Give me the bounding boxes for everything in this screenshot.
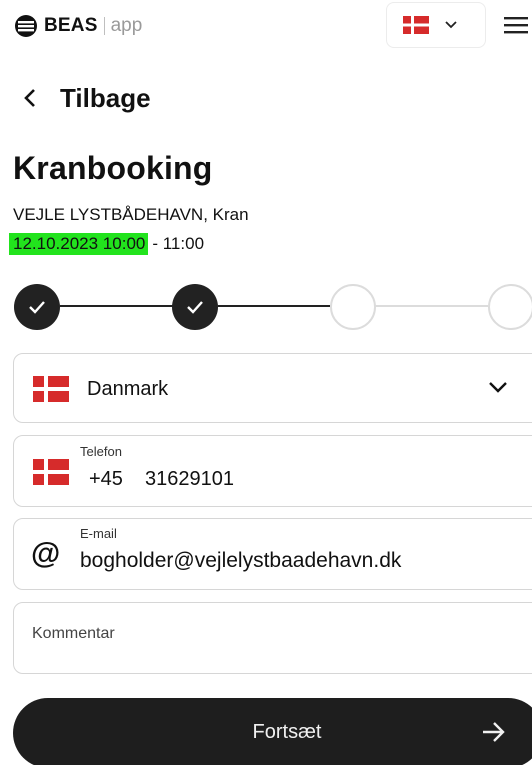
- email-value[interactable]: bogholder@vejlelystbaadehavn.dk: [80, 549, 401, 573]
- phone-field[interactable]: Telefon +45 31629101: [13, 435, 532, 507]
- progress-stepper: [0, 280, 532, 332]
- back-label: Tilbage: [60, 82, 151, 113]
- country-value: Danmark: [87, 378, 169, 400]
- back-link[interactable]: Tilbage: [22, 80, 151, 116]
- booking-time: 12.10.2023 10:00 - 11:00: [9, 232, 204, 256]
- comment-input[interactable]: [32, 625, 492, 643]
- continue-label: Fortsæt: [252, 721, 322, 743]
- stepper-connector: [374, 305, 488, 307]
- phone-label: Telefon: [80, 444, 122, 459]
- chevron-down-icon: [489, 382, 507, 393]
- stepper-connector: [218, 305, 330, 307]
- stepper-connector: [60, 305, 174, 307]
- app-header: BEAS app: [0, 0, 532, 54]
- step-3-pending: [330, 284, 376, 330]
- chevron-down-icon: [445, 21, 457, 29]
- logo-app-text: app: [110, 15, 143, 36]
- phone-number-value[interactable]: 31629101: [145, 468, 234, 491]
- language-selector[interactable]: [386, 2, 486, 48]
- booking-end-time: - 11:00: [152, 234, 205, 253]
- email-field[interactable]: @ E-mail bogholder@vejlelystbaadehavn.dk: [13, 518, 532, 590]
- arrow-right-icon: [483, 722, 505, 742]
- checkmark-icon: [29, 301, 45, 314]
- beas-logo-icon: [15, 15, 37, 37]
- step-4-pending: [488, 284, 532, 330]
- logo-brand-text: BEAS: [44, 15, 98, 36]
- country-select[interactable]: Danmark: [13, 353, 532, 423]
- beas-logo[interactable]: BEAS app: [14, 12, 142, 40]
- chevron-left-icon: [24, 89, 35, 107]
- booking-location: VEJLE LYSTBÅDEHAVN, Kran: [13, 205, 249, 224]
- hamburger-menu-icon[interactable]: [502, 13, 530, 37]
- denmark-flag-icon: [33, 376, 69, 402]
- email-label: E-mail: [80, 526, 117, 541]
- phone-country-code: +45: [89, 468, 123, 490]
- step-2-complete: [172, 284, 218, 330]
- step-1-complete: [14, 284, 60, 330]
- continue-button[interactable]: Fortsæt: [13, 698, 532, 765]
- at-sign-icon: @: [31, 537, 61, 570]
- page-title: Kranbooking: [13, 150, 213, 186]
- booking-start-time: 12.10.2023 10:00: [9, 233, 149, 255]
- logo-divider: [103, 17, 105, 35]
- denmark-flag-icon: [33, 459, 69, 485]
- checkmark-icon: [187, 301, 203, 314]
- comment-field[interactable]: [13, 602, 532, 674]
- denmark-flag-icon: [403, 16, 429, 34]
